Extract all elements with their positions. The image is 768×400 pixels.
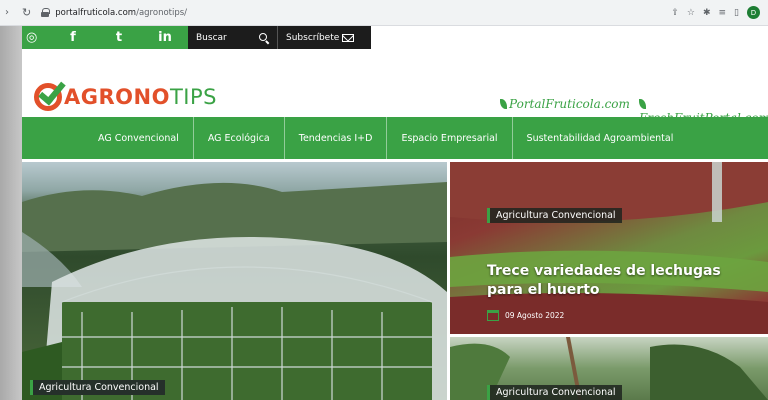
greenhouse-image: [22, 182, 447, 400]
menu-item-espacio-empresarial[interactable]: Espacio Empresarial: [387, 117, 513, 159]
subscribe-button[interactable]: Subscríbete: [278, 26, 371, 49]
forward-icon[interactable]: ›: [0, 7, 14, 18]
portalfruticola-link[interactable]: PortalFruticola.com: [500, 97, 630, 111]
lettuce-image: [450, 162, 768, 334]
linkedin-icon[interactable]: in: [142, 26, 188, 49]
menu-item-sustentabilidad[interactable]: Sustentabilidad Agroambiental: [513, 117, 688, 159]
extensions-icon[interactable]: ✱: [703, 8, 711, 18]
search-label: Buscar: [196, 32, 227, 43]
twitter-icon[interactable]: t: [96, 26, 142, 49]
logo-check-icon: [34, 76, 66, 111]
date-text: 09 Agosto 2022: [505, 311, 565, 320]
calendar-icon: [487, 310, 499, 321]
main-menu: AG Convencional AG Ecológica Tendencias …: [22, 117, 768, 159]
featured-article-lettuce[interactable]: Agricultura Convencional Trece variedade…: [450, 162, 768, 334]
menu-item-tendencias[interactable]: Tendencias I+D: [285, 117, 388, 159]
category-tag[interactable]: Agricultura Convencional: [487, 208, 622, 223]
category-tag[interactable]: Agricultura Convencional: [487, 385, 622, 400]
toolbar-actions: ⇪ ☆ ✱ ≡ ▯ D: [671, 6, 768, 19]
url-path: /agronotips/: [136, 7, 188, 18]
menu-item-ag-convencional[interactable]: AG Convencional: [84, 117, 194, 159]
profile-avatar[interactable]: D: [747, 6, 760, 19]
menu-item-ag-ecologica[interactable]: AG Ecológica: [194, 117, 285, 159]
bookmark-star-icon[interactable]: ☆: [687, 8, 695, 18]
category-tag[interactable]: Agricultura Convencional: [30, 380, 165, 395]
share-icon[interactable]: ⇪: [671, 8, 679, 18]
featured-article-greenhouse[interactable]: Agricultura Convencional: [22, 162, 447, 400]
top-bar: ◎ f t in Buscar Subscríbete: [22, 26, 371, 49]
screen: › ↻ portalfruticola.com/agronotips/ ⇪ ☆ …: [0, 0, 768, 400]
webpage: ◎ f t in Buscar Subscríbete AGRONOTIPS P…: [22, 26, 768, 400]
article-title[interactable]: Trece variedades de lechugas para el hue…: [487, 262, 757, 300]
search-icon: [259, 32, 269, 43]
article-date: 09 Agosto 2022: [487, 310, 564, 321]
search-button[interactable]: Buscar: [188, 26, 278, 49]
media-icon[interactable]: ≡: [719, 8, 727, 18]
left-margin: [0, 26, 22, 400]
lock-icon[interactable]: [41, 8, 51, 17]
url-domain: portalfruticola.com: [55, 7, 137, 18]
featured-article-plants[interactable]: Agricultura Convencional: [450, 337, 768, 400]
instagram-icon[interactable]: ◎: [22, 26, 50, 49]
browser-toolbar: › ↻ portalfruticola.com/agronotips/ ⇪ ☆ …: [0, 0, 768, 26]
agronotips-logo[interactable]: AGRONOTIPS: [34, 76, 217, 111]
leaf-icon: [639, 99, 646, 109]
envelope-icon: [342, 33, 355, 42]
reload-icon[interactable]: ↻: [22, 6, 31, 19]
leaf-icon: [500, 99, 507, 109]
facebook-icon[interactable]: f: [50, 26, 96, 49]
side-panel-icon[interactable]: ▯: [734, 8, 739, 18]
subscribe-label: Subscríbete: [286, 32, 340, 43]
address-bar[interactable]: portalfruticola.com/agronotips/: [55, 8, 187, 18]
